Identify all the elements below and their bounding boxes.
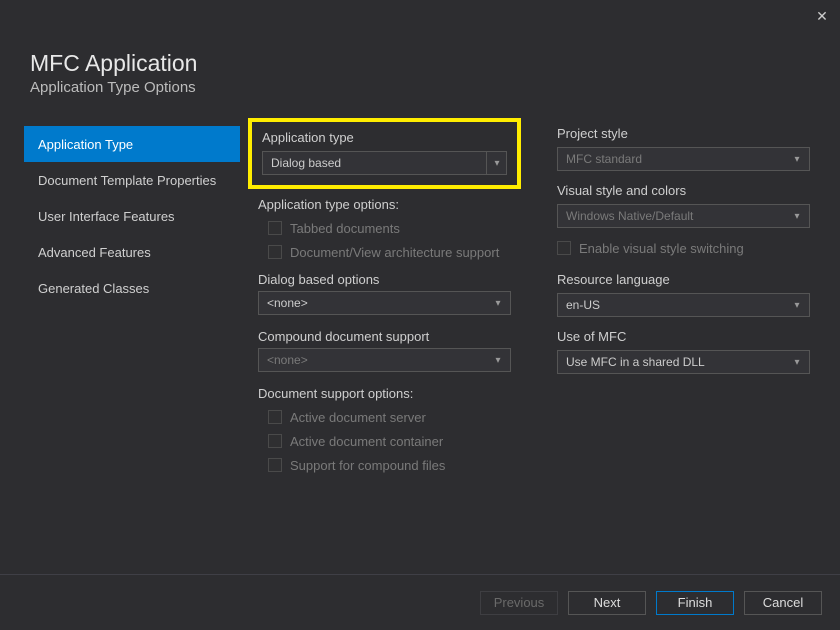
chevron-down-icon: ▾ (486, 152, 502, 174)
sidebar-item-application-type[interactable]: Application Type (24, 126, 240, 162)
sidebar-item-advanced-features[interactable]: Advanced Features (24, 234, 240, 270)
checkbox-icon (268, 434, 282, 448)
application-type-options-label: Application type options: (258, 197, 511, 212)
cancel-button[interactable]: Cancel (744, 591, 822, 615)
visual-style-group: Visual style and colors Windows Native/D… (557, 183, 810, 260)
project-style-combo: MFC standard ▾ (557, 147, 810, 171)
use-of-mfc-combo[interactable]: Use MFC in a shared DLL ▾ (557, 350, 810, 374)
dialog-based-options-label: Dialog based options (258, 272, 511, 287)
dialog-based-options-combo[interactable]: <none> ▾ (258, 291, 511, 315)
sidebar-item-user-interface-features[interactable]: User Interface Features (24, 198, 240, 234)
sidebar-item-label: Document Template Properties (38, 173, 216, 188)
doc-view-architecture-checkbox: Document/View architecture support (268, 240, 511, 264)
checkbox-icon (557, 241, 571, 255)
checkbox-label: Enable visual style switching (579, 241, 744, 256)
project-style-label: Project style (557, 126, 810, 141)
project-style-group: Project style MFC standard ▾ (557, 126, 810, 171)
use-of-mfc-group: Use of MFC Use MFC in a shared DLL ▾ (557, 329, 810, 374)
checkbox-label: Active document server (290, 410, 426, 425)
tabbed-documents-checkbox: Tabbed documents (268, 216, 511, 240)
checkbox-icon (268, 410, 282, 424)
wizard-dialog: MFC Application Application Type Options… (0, 0, 840, 477)
sidebar-item-document-template-properties[interactable]: Document Template Properties (24, 162, 240, 198)
sidebar-item-label: Application Type (38, 137, 133, 152)
previous-button: Previous (480, 591, 558, 615)
next-button[interactable]: Next (568, 591, 646, 615)
combo-value: MFC standard (566, 152, 789, 166)
combo-value: Windows Native/Default (566, 209, 789, 223)
resource-language-label: Resource language (557, 272, 810, 287)
close-icon[interactable]: ✕ (814, 8, 830, 24)
checkbox-label: Support for compound files (290, 458, 445, 473)
chevron-down-icon: ▾ (789, 300, 805, 311)
left-column: Application type Dialog based ▾ Applicat… (258, 126, 511, 477)
resource-language-combo[interactable]: en-US ▾ (557, 293, 810, 317)
sidebar-item-generated-classes[interactable]: Generated Classes (24, 270, 240, 306)
application-type-label: Application type (262, 130, 507, 145)
application-type-combo[interactable]: Dialog based ▾ (262, 151, 507, 175)
checkbox-icon (268, 245, 282, 259)
combo-value: en-US (566, 298, 789, 312)
combo-value: Use MFC in a shared DLL (566, 355, 789, 369)
chevron-down-icon: ▾ (789, 357, 805, 368)
button-label: Cancel (763, 595, 803, 610)
visual-style-label: Visual style and colors (557, 183, 810, 198)
button-label: Finish (678, 595, 713, 610)
enable-visual-style-switching-checkbox: Enable visual style switching (557, 236, 810, 260)
sidebar-item-label: Advanced Features (38, 245, 151, 260)
sidebar-item-label: User Interface Features (38, 209, 175, 224)
combo-value: <none> (267, 296, 490, 310)
checkbox-label: Document/View architecture support (290, 245, 499, 260)
checkbox-icon (268, 458, 282, 472)
support-compound-files-checkbox: Support for compound files (268, 453, 511, 477)
visual-style-combo: Windows Native/Default ▾ (557, 204, 810, 228)
sidebar-item-label: Generated Classes (38, 281, 149, 296)
finish-button[interactable]: Finish (656, 591, 734, 615)
chevron-down-icon: ▾ (490, 355, 506, 366)
chevron-down-icon: ▾ (789, 154, 805, 165)
right-column: Project style MFC standard ▾ Visual styl… (557, 126, 810, 477)
document-support-options-label: Document support options: (258, 386, 511, 401)
button-label: Next (594, 595, 621, 610)
active-document-server-checkbox: Active document server (268, 405, 511, 429)
document-support-options: Active document server Active document c… (258, 405, 511, 477)
active-document-container-checkbox: Active document container (268, 429, 511, 453)
compound-document-support-combo: <none> ▾ (258, 348, 511, 372)
content-pane: Application type Dialog based ▾ Applicat… (240, 126, 810, 477)
resource-language-group: Resource language en-US ▾ (557, 272, 810, 317)
dialog-header: MFC Application Application Type Options (0, 0, 840, 114)
combo-value: Dialog based (271, 156, 486, 170)
use-of-mfc-label: Use of MFC (557, 329, 810, 344)
dialog-body: Application Type Document Template Prope… (0, 114, 840, 477)
checkbox-label: Active document container (290, 434, 443, 449)
dialog-footer: Previous Next Finish Cancel (0, 574, 840, 630)
button-label: Previous (494, 595, 545, 610)
application-type-options: Tabbed documents Document/View architect… (258, 216, 511, 264)
application-type-group: Application type Dialog based ▾ (262, 130, 507, 175)
chevron-down-icon: ▾ (490, 298, 506, 309)
dialog-subtitle: Application Type Options (30, 79, 810, 96)
checkbox-icon (268, 221, 282, 235)
dialog-title: MFC Application (30, 50, 810, 77)
wizard-steps-sidebar: Application Type Document Template Prope… (24, 126, 240, 477)
compound-document-support-label: Compound document support (258, 329, 511, 344)
chevron-down-icon: ▾ (789, 211, 805, 222)
checkbox-label: Tabbed documents (290, 221, 400, 236)
combo-value: <none> (267, 353, 490, 367)
application-type-highlight: Application type Dialog based ▾ (248, 118, 521, 189)
